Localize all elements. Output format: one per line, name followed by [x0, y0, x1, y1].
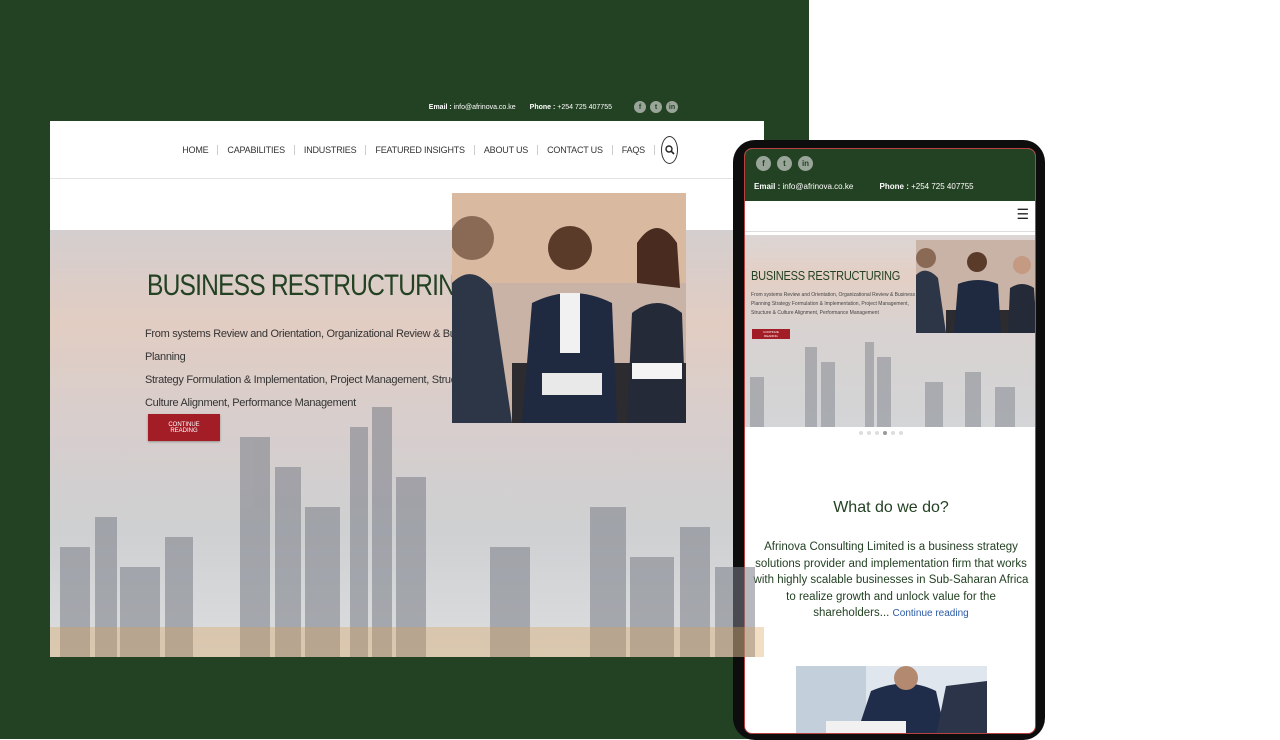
- email-value: info@afrinova.co.ke: [782, 182, 854, 191]
- linkedin-icon[interactable]: in: [666, 101, 678, 113]
- hero-title: BUSINESS RESTRUCTURING: [147, 269, 474, 302]
- nav-item-faqs[interactable]: FAQS: [613, 144, 655, 155]
- main-nav: HOME CAPABILITIES INDUSTRIES FEATURED IN…: [50, 121, 764, 179]
- nav-item-featured-insights[interactable]: FEATURED INSIGHTS: [366, 144, 475, 155]
- facebook-icon[interactable]: f: [634, 101, 646, 113]
- search-button[interactable]: [661, 135, 678, 164]
- mobile-phone[interactable]: Phone : +254 725 407755: [880, 182, 986, 191]
- phone-value: +254 725 407755: [911, 182, 974, 191]
- twitter-icon[interactable]: t: [650, 101, 662, 113]
- slider-dot[interactable]: [891, 431, 895, 435]
- phone-contact[interactable]: Phone : +254 725 407755: [530, 104, 612, 111]
- slider-dot[interactable]: [867, 431, 871, 435]
- nav-item-about-us[interactable]: ABOUT US: [475, 144, 539, 155]
- nav-item-industries[interactable]: INDUSTRIES: [295, 144, 367, 155]
- phone-label: Phone :: [529, 103, 556, 111]
- phone-value: +254 725 407755: [557, 103, 612, 111]
- facebook-icon[interactable]: f: [756, 156, 771, 171]
- business-meeting-photo: [916, 240, 1035, 333]
- phone-mockup: f t in Email : info@afrinova.co.ke Phone…: [733, 140, 1045, 740]
- mobile-social-links: f t in: [756, 156, 813, 171]
- social-links: f t in: [634, 101, 678, 113]
- email-value: info@afrinova.co.ke: [453, 103, 516, 111]
- mobile-continue-reading-button[interactable]: CONTINUE READING: [752, 329, 790, 339]
- slider-dots: [859, 431, 903, 435]
- mobile-email[interactable]: Email : info@afrinova.co.ke: [754, 182, 865, 191]
- mobile-hero-title: BUSINESS RESTRUCTURING: [751, 268, 901, 283]
- phone-label: Phone :: [879, 182, 909, 191]
- consulting-photo: [796, 666, 987, 733]
- email-contact[interactable]: Email : info@afrinova.co.ke: [429, 104, 516, 111]
- slider-dot-active[interactable]: [883, 431, 887, 435]
- mobile-nav: ☰: [745, 201, 1035, 232]
- phone-screen: f t in Email : info@afrinova.co.ke Phone…: [744, 148, 1036, 734]
- nav-item-contact-us[interactable]: CONTACT US: [538, 144, 613, 155]
- nav-item-capabilities[interactable]: CAPABILITIES: [218, 144, 295, 155]
- hamburger-menu-icon[interactable]: ☰: [1016, 206, 1029, 223]
- mobile-top-bar: f t in Email : info@afrinova.co.ke Phone…: [745, 149, 1035, 201]
- business-meeting-photo: [452, 193, 686, 423]
- section-heading: What do we do?: [833, 499, 949, 516]
- slider-dot[interactable]: [875, 431, 879, 435]
- continue-reading-link[interactable]: Continue reading: [893, 608, 969, 619]
- email-label: Email :: [428, 103, 452, 111]
- linkedin-icon[interactable]: in: [798, 156, 813, 171]
- email-label: Email :: [754, 182, 781, 191]
- city-skyline-image: [750, 342, 1015, 427]
- section-paragraph: Afrinova Consulting Limited is a busines…: [753, 541, 1029, 619]
- slider-dot[interactable]: [859, 431, 863, 435]
- section-text: Afrinova Consulting Limited is a busines…: [753, 539, 1029, 623]
- mobile-contact: Email : info@afrinova.co.ke Phone : +254…: [754, 182, 998, 191]
- mobile-hero-slider: BUSINESS RESTRUCTURING From systems Revi…: [745, 235, 1035, 427]
- desktop-top-bar: Email : info@afrinova.co.ke Phone : +254…: [50, 93, 764, 121]
- mobile-hero-description: From systems Review and Orientation, Org…: [751, 292, 915, 316]
- continue-reading-button[interactable]: CONTINUE READING: [148, 414, 220, 441]
- nav-item-home[interactable]: HOME: [173, 144, 219, 155]
- twitter-icon[interactable]: t: [777, 156, 792, 171]
- search-icon: [664, 144, 675, 155]
- desktop-mockup: Email : info@afrinova.co.ke Phone : +254…: [50, 93, 764, 657]
- slider-dot[interactable]: [899, 431, 903, 435]
